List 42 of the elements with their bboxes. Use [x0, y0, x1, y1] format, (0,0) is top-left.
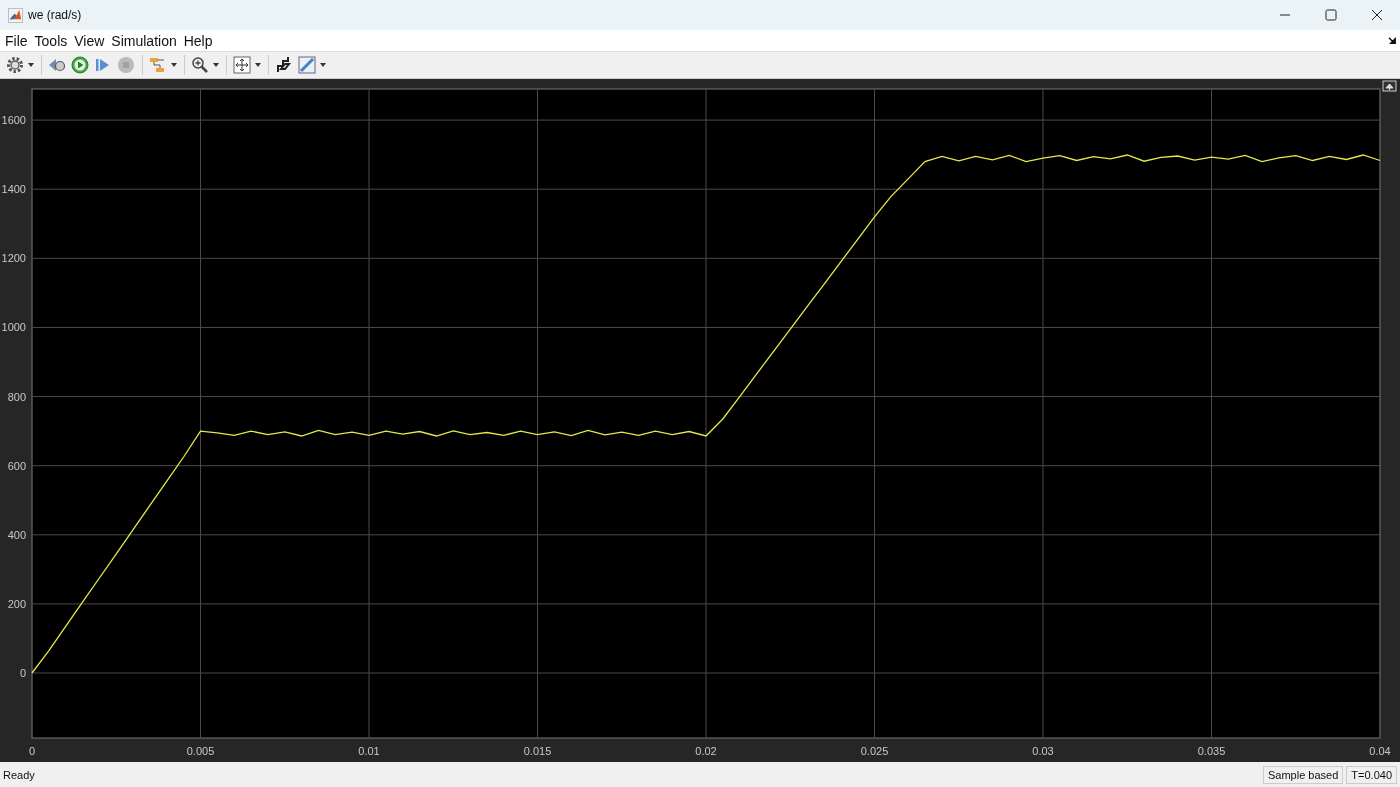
axis-tick-label: 0.025	[860, 745, 889, 757]
axis-tick-label: 400	[7, 528, 26, 541]
caret-icon[interactable]	[28, 63, 34, 67]
axis-tick-label: 0.03	[1032, 745, 1054, 757]
axis-tick-label: 0.04	[1369, 745, 1391, 757]
menu-item[interactable]: File	[5, 32, 28, 49]
menu-item[interactable]: View	[74, 32, 105, 49]
step-back-icon[interactable]	[48, 56, 66, 74]
status-message: Ready	[3, 768, 35, 781]
axis-tick-label: 1600	[1, 114, 26, 127]
axis-tick-label: 0.005	[186, 745, 215, 757]
app-logo-icon	[8, 7, 23, 23]
axis-tick-label: 0.01	[358, 745, 380, 757]
caret-icon[interactable]	[320, 63, 326, 67]
gear-icon[interactable]	[6, 56, 24, 74]
axis-tick-label: 1400	[1, 183, 26, 196]
menu-item[interactable]: Tools	[34, 32, 68, 49]
axis-tick-label: 600	[7, 459, 26, 472]
dock-arrow-icon[interactable]	[1388, 36, 1397, 45]
axis-tick-label: 800	[7, 390, 26, 403]
caret-icon[interactable]	[255, 63, 261, 67]
highlight-icon[interactable]	[275, 56, 293, 74]
axis-tick-label: 0	[19, 667, 26, 680]
run-icon[interactable]	[71, 56, 89, 74]
menu-item[interactable]: Help	[183, 32, 213, 49]
status-field: T=0.040	[1346, 765, 1397, 784]
window-title: we (rad/s)	[28, 8, 82, 22]
fit-to-view-icon[interactable]	[233, 56, 251, 74]
axis-tick-label: 0.015	[523, 745, 552, 757]
status-field: Sample based	[1263, 765, 1344, 784]
axis-tick-label: 0	[28, 745, 36, 757]
caret-icon[interactable]	[171, 63, 177, 67]
axis-tick-label: 0.035	[1197, 745, 1226, 757]
caret-icon[interactable]	[213, 63, 219, 67]
expand-icon[interactable]	[1382, 80, 1397, 92]
zoom-in-icon[interactable]	[191, 56, 209, 74]
ruler-pencil-icon[interactable]	[298, 56, 316, 74]
axis-tick-label: 1200	[1, 252, 26, 265]
axis-tick-label: 0.02	[695, 745, 717, 757]
menu-item[interactable]: Simulation	[111, 32, 177, 49]
axis-tick-label: 200	[7, 597, 26, 610]
axis-tick-label: 1000	[1, 321, 26, 334]
